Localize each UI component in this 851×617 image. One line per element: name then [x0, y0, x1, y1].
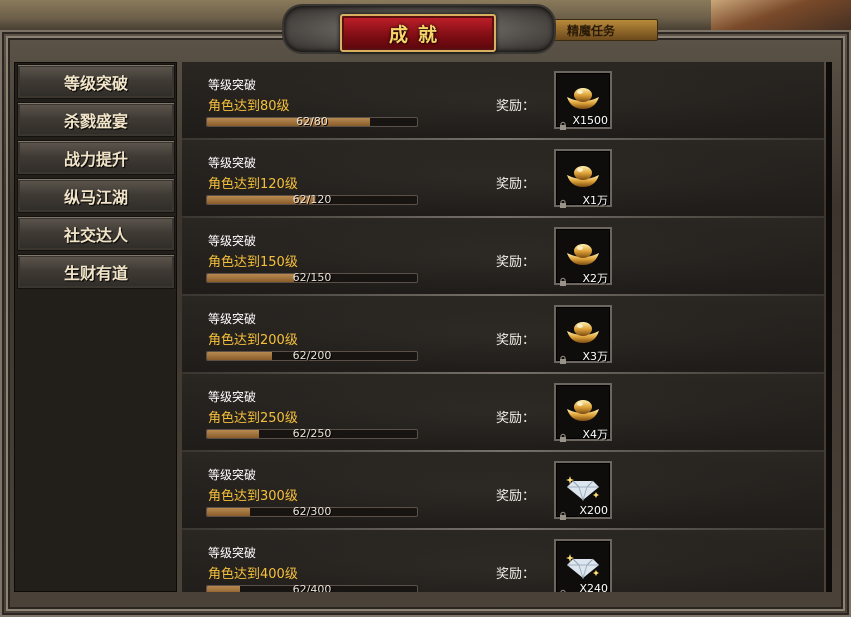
menu-item-level-breakthrough[interactable]: 等级突破: [17, 64, 175, 99]
lock-icon: [559, 505, 567, 520]
reward-label: 奖励：: [496, 333, 536, 348]
achievement-desc: 角色达到300级: [208, 489, 298, 504]
reward-label: 奖励：: [496, 177, 536, 192]
menu-item-wealth[interactable]: 生财有道: [17, 254, 175, 289]
reward-label: 奖励：: [496, 411, 536, 426]
reward-quantity: X1万: [582, 194, 608, 207]
achievement-row: 等级突破角色达到150级 62/150 奖励： X2万: [182, 218, 824, 296]
reward-quantity: X1500: [572, 114, 608, 127]
menu-item-label: 社交达人: [63, 225, 128, 245]
achievement-title: 等级突破: [208, 234, 257, 248]
achievement-title: 等级突破: [208, 546, 257, 560]
reward-slot[interactable]: X3万: [554, 305, 612, 364]
lock-icon: [559, 271, 567, 286]
achievement-title: 等级突破: [208, 156, 257, 170]
progress-text: 62/300: [292, 505, 332, 518]
achievement-title: 等级突破: [208, 78, 257, 92]
progress-text: 62/120: [292, 193, 332, 206]
achievement-desc: 角色达到250级: [208, 411, 298, 426]
achievement-row: 等级突破角色达到200级 62/200 奖励： X3万: [182, 296, 824, 374]
reward-slot[interactable]: X200: [554, 461, 612, 520]
reward-slot[interactable]: X1万: [554, 149, 612, 208]
achievement-row: 等级突破角色达到80级 62/80 奖励： X1500: [182, 62, 824, 140]
menu-item-label: 杀戮盛宴: [63, 111, 128, 131]
lock-icon: [559, 583, 567, 592]
reward-quantity: X240: [579, 582, 608, 592]
gold-ingot-icon: [565, 395, 601, 423]
achievement-desc: 角色达到80级: [208, 99, 290, 114]
diamond-icon: [565, 551, 601, 580]
side-tab[interactable]: 精魔任务: [548, 19, 658, 41]
reward-slot[interactable]: X240: [554, 539, 612, 592]
reward-slot[interactable]: X4万: [554, 383, 612, 442]
menu-item-label: 生财有道: [63, 263, 128, 283]
reward-slot[interactable]: X1500: [554, 71, 612, 130]
achievement-desc: 角色达到200级: [208, 333, 298, 348]
menu-item-label: 战力提升: [63, 149, 128, 169]
progress-text: 62/80: [296, 115, 328, 128]
gold-ingot-icon: [565, 317, 601, 345]
menu-item-label: 等级突破: [63, 73, 128, 93]
gold-ingot-icon: [565, 83, 601, 111]
achievement-row: 等级突破角色达到300级 62/300 奖励： X200: [182, 452, 824, 530]
menu-item-mount[interactable]: 纵马江湖: [17, 178, 175, 213]
achievement-title: 等级突破: [208, 468, 257, 482]
diamond-icon: [565, 473, 601, 502]
reward-slot[interactable]: X2万: [554, 227, 612, 286]
menu-item-social[interactable]: 社交达人: [17, 216, 175, 251]
reward-label: 奖励：: [496, 255, 536, 270]
progress-text: 62/150: [292, 271, 332, 284]
lock-icon: [559, 193, 567, 208]
category-menu: 等级突破 杀戮盛宴 战力提升 纵马江湖 社交达人 生财有道: [14, 62, 177, 592]
window-title: 成就: [340, 14, 496, 52]
achievement-desc: 角色达到400级: [208, 567, 298, 582]
achievement-desc: 角色达到120级: [208, 177, 298, 192]
lock-icon: [559, 115, 567, 130]
achievement-title: 等级突破: [208, 312, 257, 326]
achievement-list[interactable]: 等级突破 角色达到80级 62/80 奖励： X1500 等级突破 角色达到120级 62/1…: [182, 62, 824, 592]
reward-quantity: X2万: [582, 272, 608, 285]
reward-quantity: X200: [579, 504, 608, 517]
menu-item-power[interactable]: 战力提升: [17, 140, 175, 175]
achievement-title: 等级突破: [208, 390, 257, 404]
reward-quantity: X4万: [582, 428, 608, 441]
reward-quantity: X3万: [582, 350, 608, 363]
achievement-row: 等级突破角色达到250级 62/250 奖励： X4万: [182, 374, 824, 452]
lock-icon: [559, 427, 567, 442]
achievement-desc: 角色达到150级: [208, 255, 298, 270]
lock-icon: [559, 349, 567, 364]
scrollbar[interactable]: [826, 62, 832, 592]
progress-text: 62/250: [292, 427, 332, 440]
achievement-row: 等级突破角色达到120级 62/120 奖励： X1万: [182, 140, 824, 218]
achievement-row: 等级突破角色达到400级 62/400 奖励： X240: [182, 530, 824, 592]
gold-ingot-icon: [565, 239, 601, 267]
reward-label: 奖励：: [496, 567, 536, 582]
progress-text: 62/400: [292, 583, 332, 593]
gold-ingot-icon: [565, 161, 601, 189]
menu-item-label: 纵马江湖: [63, 187, 128, 207]
reward-label: 奖励：: [496, 489, 536, 504]
reward-label: 奖励：: [496, 99, 536, 114]
menu-item-slaughter[interactable]: 杀戮盛宴: [17, 102, 175, 137]
progress-text: 62/200: [292, 349, 332, 362]
